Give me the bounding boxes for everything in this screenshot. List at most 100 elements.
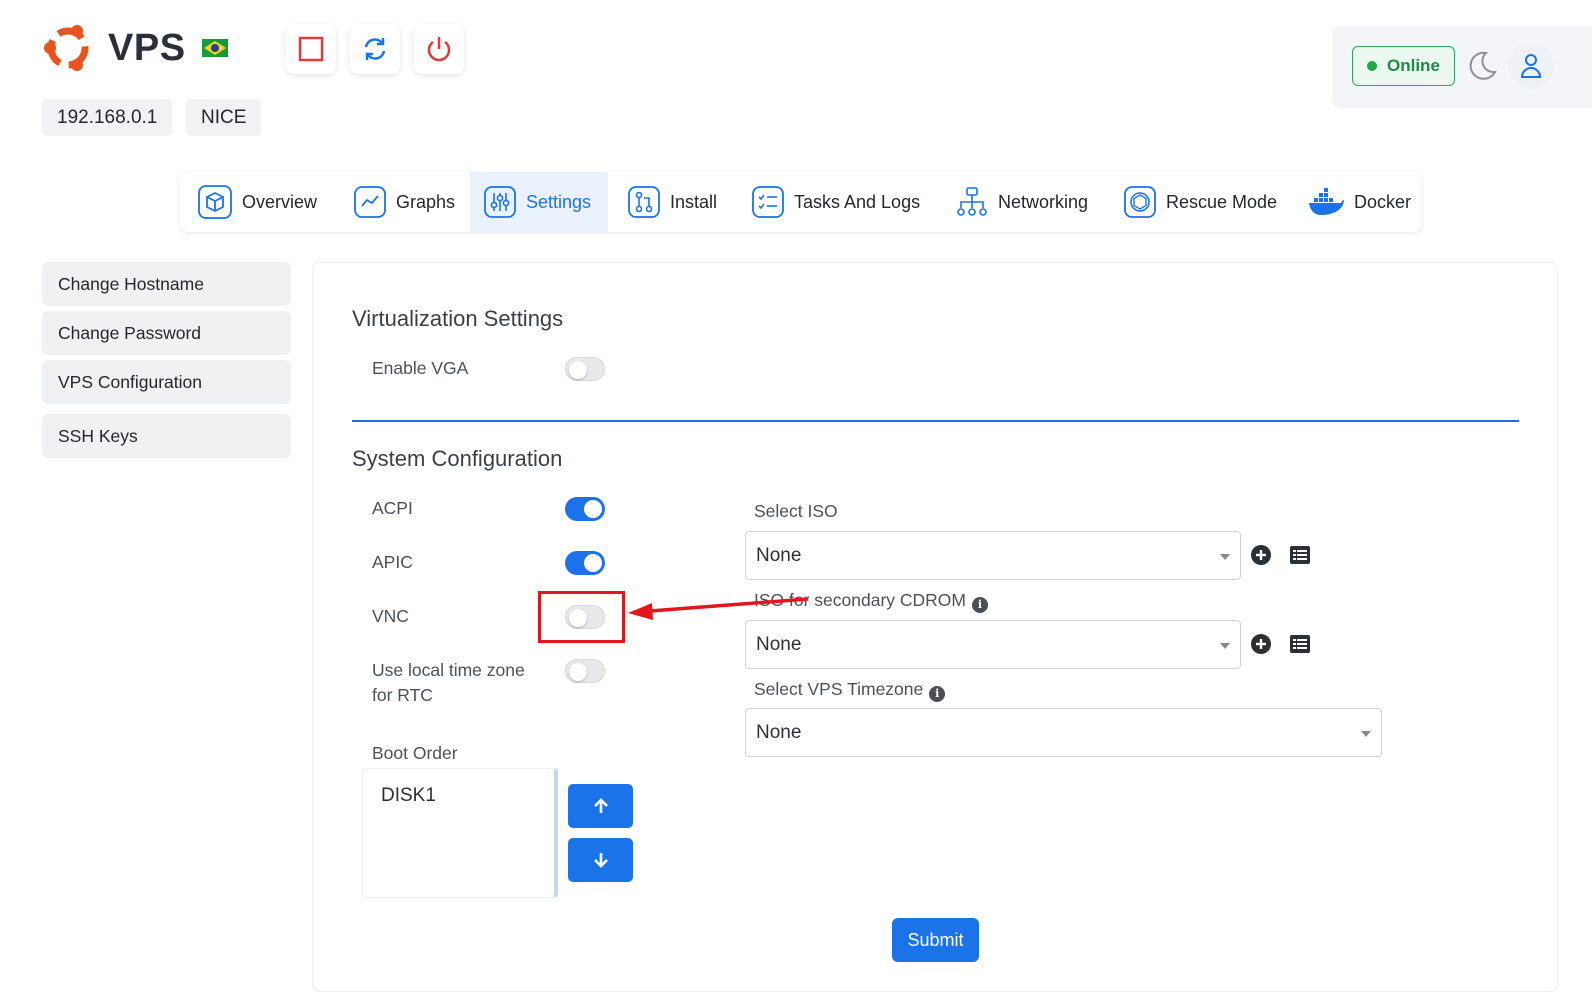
tab-label: Docker bbox=[1354, 191, 1412, 212]
tab-graphs[interactable]: Graphs bbox=[340, 172, 469, 232]
ip-address-chip: 192.168.0.1 bbox=[42, 99, 173, 136]
user-icon bbox=[1520, 54, 1542, 78]
sidebar-item-vps-configuration[interactable]: VPS Configuration bbox=[42, 360, 291, 404]
rtc-label: Use local time zone for RTC bbox=[372, 658, 525, 708]
info-icon[interactable]: i bbox=[972, 596, 988, 613]
secondary-cdrom-dropdown[interactable]: None bbox=[745, 620, 1241, 669]
tab-label: Install bbox=[670, 191, 718, 212]
list-secondary-iso-button[interactable] bbox=[1288, 632, 1312, 656]
select-iso-label: Select ISO bbox=[754, 501, 838, 521]
timezone-label: Select VPS Timezone i bbox=[754, 677, 946, 702]
node-chip: NICE bbox=[186, 99, 262, 136]
status-badge: Online bbox=[1352, 46, 1455, 86]
acpi-label: ACPI bbox=[372, 498, 413, 518]
boot-order-list[interactable]: DISK1 bbox=[362, 768, 558, 898]
toggle-knob bbox=[584, 500, 602, 518]
tab-networking[interactable]: Networking bbox=[942, 172, 1102, 232]
timezone-dropdown[interactable]: None bbox=[745, 708, 1382, 757]
vnc-label: VNC bbox=[372, 606, 409, 626]
tab-label: Settings bbox=[526, 191, 592, 212]
sidebar-item-ssh-keys[interactable]: SSH Keys bbox=[42, 414, 291, 458]
toggle-knob bbox=[584, 554, 602, 572]
info-icon[interactable]: i bbox=[929, 685, 946, 702]
annotation-highlight-box bbox=[538, 591, 625, 643]
docker-icon bbox=[1309, 188, 1344, 215]
ubuntu-logo-icon bbox=[44, 25, 89, 71]
stop-button[interactable] bbox=[286, 24, 336, 74]
status-text: Online bbox=[1387, 56, 1440, 75]
git-branch-icon bbox=[628, 186, 660, 218]
tab-overview[interactable]: Overview bbox=[184, 172, 331, 232]
stop-icon bbox=[298, 36, 324, 62]
tab-label: Overview bbox=[242, 191, 318, 212]
rescue-icon bbox=[1124, 186, 1156, 218]
sidebar-item-change-hostname[interactable]: Change Hostname bbox=[42, 262, 291, 306]
system-configuration-title: System Configuration bbox=[352, 446, 563, 471]
checklist-icon bbox=[752, 186, 784, 218]
secondary-cdrom-label-text: ISO for secondary CDROM bbox=[754, 590, 966, 610]
toggle-knob bbox=[569, 663, 587, 681]
timezone-value: None bbox=[756, 721, 802, 743]
power-icon bbox=[427, 37, 451, 62]
cube-icon bbox=[198, 185, 232, 219]
rtc-label-line2: for RTC bbox=[372, 685, 433, 705]
rtc-label-line1: Use local time zone bbox=[372, 660, 525, 680]
tab-label: Networking bbox=[998, 191, 1089, 212]
tab-label: Graphs bbox=[396, 191, 456, 212]
rtc-toggle[interactable] bbox=[565, 659, 605, 683]
add-secondary-iso-button[interactable] bbox=[1249, 632, 1273, 656]
plus-circle-icon bbox=[1251, 545, 1271, 565]
power-button[interactable] bbox=[414, 24, 464, 74]
acpi-toggle[interactable] bbox=[565, 497, 605, 521]
network-icon bbox=[957, 187, 987, 216]
secondary-cdrom-label: ISO for secondary CDROM i bbox=[754, 588, 988, 613]
sliders-icon bbox=[484, 186, 516, 218]
tab-tasks-and-logs[interactable]: Tasks And Logs bbox=[738, 172, 934, 232]
list-item[interactable]: DISK1 bbox=[381, 785, 436, 807]
brand-name: VPS bbox=[108, 26, 186, 69]
move-down-button[interactable] bbox=[568, 838, 633, 882]
add-iso-button[interactable] bbox=[1249, 543, 1273, 567]
chart-line-icon bbox=[354, 186, 386, 218]
tab-docker[interactable]: Docker bbox=[1294, 172, 1425, 232]
list-icon bbox=[1290, 546, 1310, 564]
boot-order-label: Boot Order bbox=[372, 743, 458, 763]
dark-mode-moon-icon[interactable] bbox=[1466, 50, 1498, 82]
power-controls bbox=[286, 24, 464, 74]
list-iso-button[interactable] bbox=[1288, 543, 1312, 567]
tab-rescue-mode[interactable]: Rescue Mode bbox=[1110, 172, 1291, 232]
user-menu-button[interactable] bbox=[1508, 43, 1554, 89]
move-up-button[interactable] bbox=[568, 784, 633, 828]
brazil-flag-icon bbox=[201, 39, 228, 57]
plus-circle-icon bbox=[1251, 634, 1271, 654]
tab-install[interactable]: Install bbox=[614, 172, 731, 232]
apic-toggle[interactable] bbox=[565, 551, 605, 575]
header-actions: Online bbox=[1332, 26, 1592, 108]
brand-logo: VPS bbox=[42, 22, 228, 74]
section-divider bbox=[352, 420, 1519, 422]
chevron-down-icon bbox=[1220, 643, 1230, 649]
tab-label: Rescue Mode bbox=[1166, 191, 1278, 212]
apic-label: APIC bbox=[372, 552, 413, 572]
secondary-cdrom-value: None bbox=[756, 633, 802, 655]
sidebar-item-change-password[interactable]: Change Password bbox=[42, 311, 291, 355]
restart-icon bbox=[364, 38, 386, 60]
main-tabs: Overview Graphs Settings Install Tasks A… bbox=[180, 172, 1422, 232]
select-iso-dropdown[interactable]: None bbox=[745, 531, 1241, 580]
tab-label: Tasks And Logs bbox=[794, 191, 921, 212]
arrow-down-icon bbox=[593, 853, 608, 868]
tab-settings[interactable]: Settings bbox=[470, 172, 608, 232]
virtualization-settings-title: Virtualization Settings bbox=[352, 306, 564, 331]
submit-button[interactable]: Submit bbox=[892, 918, 979, 962]
restart-button[interactable] bbox=[350, 24, 400, 74]
select-iso-value: None bbox=[756, 544, 802, 566]
chevron-down-icon bbox=[1361, 731, 1371, 737]
enable-vga-toggle[interactable] bbox=[565, 357, 605, 381]
status-dot-icon bbox=[1367, 61, 1377, 71]
list-icon bbox=[1290, 635, 1310, 653]
toggle-knob bbox=[569, 361, 587, 379]
enable-vga-label: Enable VGA bbox=[372, 358, 469, 378]
timezone-label-text: Select VPS Timezone bbox=[754, 679, 924, 699]
chevron-down-icon bbox=[1220, 554, 1230, 560]
arrow-up-icon bbox=[593, 798, 608, 813]
